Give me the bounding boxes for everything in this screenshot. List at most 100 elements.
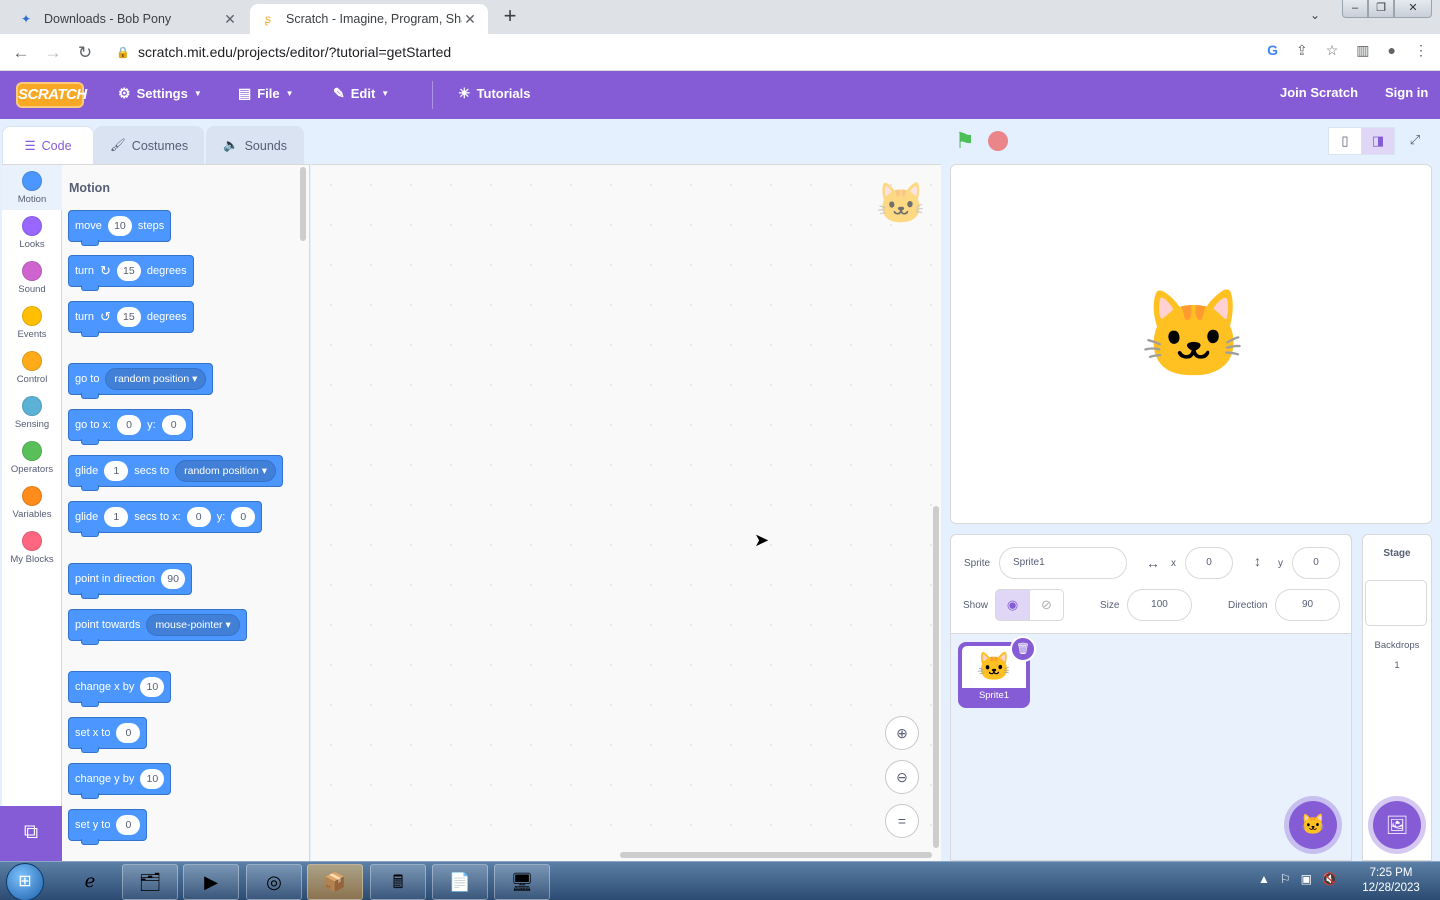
tab-sounds[interactable]: 🔈 Sounds [206, 126, 304, 165]
block-change-x[interactable]: change x by 10 [68, 671, 172, 707]
url-text[interactable]: scratch.mit.edu/projects/editor/?tutoria… [138, 44, 1338, 60]
green-flag-button[interactable]: ⚑ [955, 130, 977, 152]
stage-thumbnail[interactable] [1365, 580, 1427, 626]
back-arrow-icon[interactable]: ← [8, 40, 34, 66]
category-looks[interactable]: Looks [2, 210, 62, 255]
restore-button[interactable]: ❐ [1368, 0, 1394, 18]
block-go-to[interactable]: go to random position ▾ [68, 363, 214, 399]
sprite-name-input[interactable]: Sprite1 [999, 547, 1127, 579]
block-set-x[interactable]: set x to 0 [68, 717, 148, 753]
y-input[interactable]: 0 [116, 815, 141, 835]
block-set-y[interactable]: set y to 0 [68, 809, 148, 845]
direction-input[interactable]: 90 [161, 569, 186, 589]
hide-sprite-button[interactable]: ⊘ [1029, 589, 1064, 621]
start-button[interactable]: ⊞ [6, 863, 44, 900]
code-workspace[interactable] [311, 164, 941, 861]
calculator-icon[interactable]: 🖩 [370, 864, 426, 900]
tab-code[interactable]: ☰ Code [2, 126, 94, 165]
y-input[interactable]: 0 [231, 507, 256, 527]
notepad-icon[interactable]: 📄 [432, 864, 488, 900]
secs-input[interactable]: 1 [104, 461, 129, 481]
settings-menu[interactable]: ⚙ Settings ▼ [118, 85, 202, 102]
show-hidden-icons-chevron-icon[interactable]: ▲ [1258, 872, 1270, 886]
installer-icon[interactable]: 📦 [307, 864, 363, 900]
browser-tab-downloads[interactable]: ✦ Downloads - Bob Pony ✕ [8, 4, 248, 34]
show-sprite-button[interactable]: ◉ [995, 589, 1030, 621]
category-variables[interactable]: Variables [2, 480, 62, 525]
zoom-out-button[interactable]: ⊖ [885, 760, 919, 794]
bookmark-star-icon[interactable]: ☆ [1326, 42, 1339, 59]
tab-search-chevron-icon[interactable]: ⌄ [1310, 8, 1320, 22]
secs-input[interactable]: 1 [104, 507, 129, 527]
side-panel-icon[interactable]: ▥ [1356, 42, 1369, 59]
volume-muted-icon[interactable]: 🔇 [1322, 872, 1337, 886]
y-input[interactable]: 0 [161, 415, 186, 435]
file-menu[interactable]: ▤ File ▼ [238, 85, 294, 102]
scratch-cat-sprite[interactable]: 🐱 [1140, 292, 1247, 378]
network-icon[interactable]: ▣ [1301, 872, 1312, 886]
palette-scrollbar[interactable] [300, 167, 306, 241]
profile-avatar-icon[interactable]: ● [1388, 42, 1396, 59]
workspace-horizontal-scrollbar[interactable] [620, 852, 932, 858]
delete-sprite-button[interactable]: 🗑 [1010, 636, 1036, 662]
y-position-input[interactable]: 0 [1292, 547, 1340, 579]
block-go-to-xy[interactable]: go to x: 0 y: 0 [68, 409, 193, 445]
chrome-menu-icon[interactable]: ⋮ [1414, 42, 1428, 59]
close-tab-icon[interactable]: ✕ [462, 11, 478, 28]
new-tab-button[interactable]: + [498, 5, 522, 29]
close-tab-icon[interactable]: ✕ [222, 11, 238, 28]
degrees-input[interactable]: 15 [116, 261, 141, 281]
block-point-towards[interactable]: point towards mouse-pointer ▾ [68, 609, 247, 645]
forward-arrow-icon[interactable]: → [40, 40, 66, 66]
join-scratch-link[interactable]: Join Scratch [1280, 85, 1358, 100]
category-operators[interactable]: Operators [2, 435, 62, 480]
zoom-in-button[interactable]: ⊕ [885, 716, 919, 750]
reload-icon[interactable]: ↻ [72, 40, 98, 66]
block-turn-right[interactable]: turn ↻ 15 degrees [68, 255, 194, 291]
x-input[interactable]: 0 [116, 723, 141, 743]
media-player-icon[interactable]: ▶ [183, 864, 239, 900]
stop-button[interactable] [988, 131, 1008, 151]
category-events[interactable]: Events [2, 300, 62, 345]
direction-input[interactable]: 90 [1275, 589, 1340, 621]
small-stage-button[interactable]: ▯ [1328, 127, 1362, 155]
file-explorer-icon[interactable]: 🗂 [122, 864, 178, 900]
edit-menu[interactable]: ✎ Edit ▼ [333, 85, 389, 102]
block-change-y[interactable]: change y by 10 [68, 763, 172, 799]
fullscreen-button[interactable]: ⤢ [1398, 127, 1432, 155]
block-point-in-direction[interactable]: point in direction 90 [68, 563, 193, 599]
choose-sprite-button[interactable]: 🐱 [1289, 801, 1337, 849]
add-extension-button[interactable]: ⧉ [0, 806, 62, 861]
x-input[interactable]: 0 [117, 415, 142, 435]
block-glide-to[interactable]: glide 1 secs to random position ▾ [68, 455, 284, 491]
block-turn-left[interactable]: turn ↺ 15 degrees [68, 301, 194, 337]
tab-costumes[interactable]: 🖌 Costumes [94, 126, 204, 165]
large-stage-button[interactable]: ◨ [1361, 127, 1395, 155]
omnibox[interactable]: 🔒 scratch.mit.edu/projects/editor/?tutor… [108, 38, 1338, 66]
lock-icon[interactable]: 🔒 [108, 46, 138, 59]
x-position-input[interactable]: 0 [1185, 547, 1233, 579]
target-dropdown[interactable]: random position ▾ [175, 460, 277, 482]
category-motion[interactable]: Motion [2, 165, 62, 210]
x-input[interactable]: 10 [140, 677, 165, 697]
x-input[interactable]: 0 [186, 507, 211, 527]
google-icon[interactable]: G [1267, 42, 1278, 59]
category-sound[interactable]: Sound [2, 255, 62, 300]
workspace-vertical-scrollbar[interactable] [933, 506, 939, 848]
share-icon[interactable]: ⇪ [1296, 42, 1308, 59]
minimize-button[interactable]: – [1342, 0, 1368, 18]
degrees-input[interactable]: 15 [116, 307, 141, 327]
target-dropdown[interactable]: mouse-pointer ▾ [146, 614, 240, 636]
y-input[interactable]: 10 [140, 769, 165, 789]
steps-input[interactable]: 10 [107, 216, 132, 236]
zoom-reset-button[interactable]: = [885, 804, 919, 838]
choose-backdrop-button[interactable]: 🖼 [1373, 801, 1421, 849]
action-center-flag-icon[interactable]: ⚐ [1280, 872, 1291, 886]
close-window-button[interactable]: ✕ [1394, 0, 1432, 18]
sign-in-link[interactable]: Sign in [1385, 85, 1428, 100]
remote-desktop-icon[interactable]: 🖥 [494, 864, 550, 900]
target-dropdown[interactable]: random position ▾ [105, 368, 207, 390]
internet-explorer-icon[interactable]: ℯ [62, 864, 118, 900]
category-my-blocks[interactable]: My Blocks [2, 525, 62, 570]
size-input[interactable]: 100 [1127, 589, 1192, 621]
